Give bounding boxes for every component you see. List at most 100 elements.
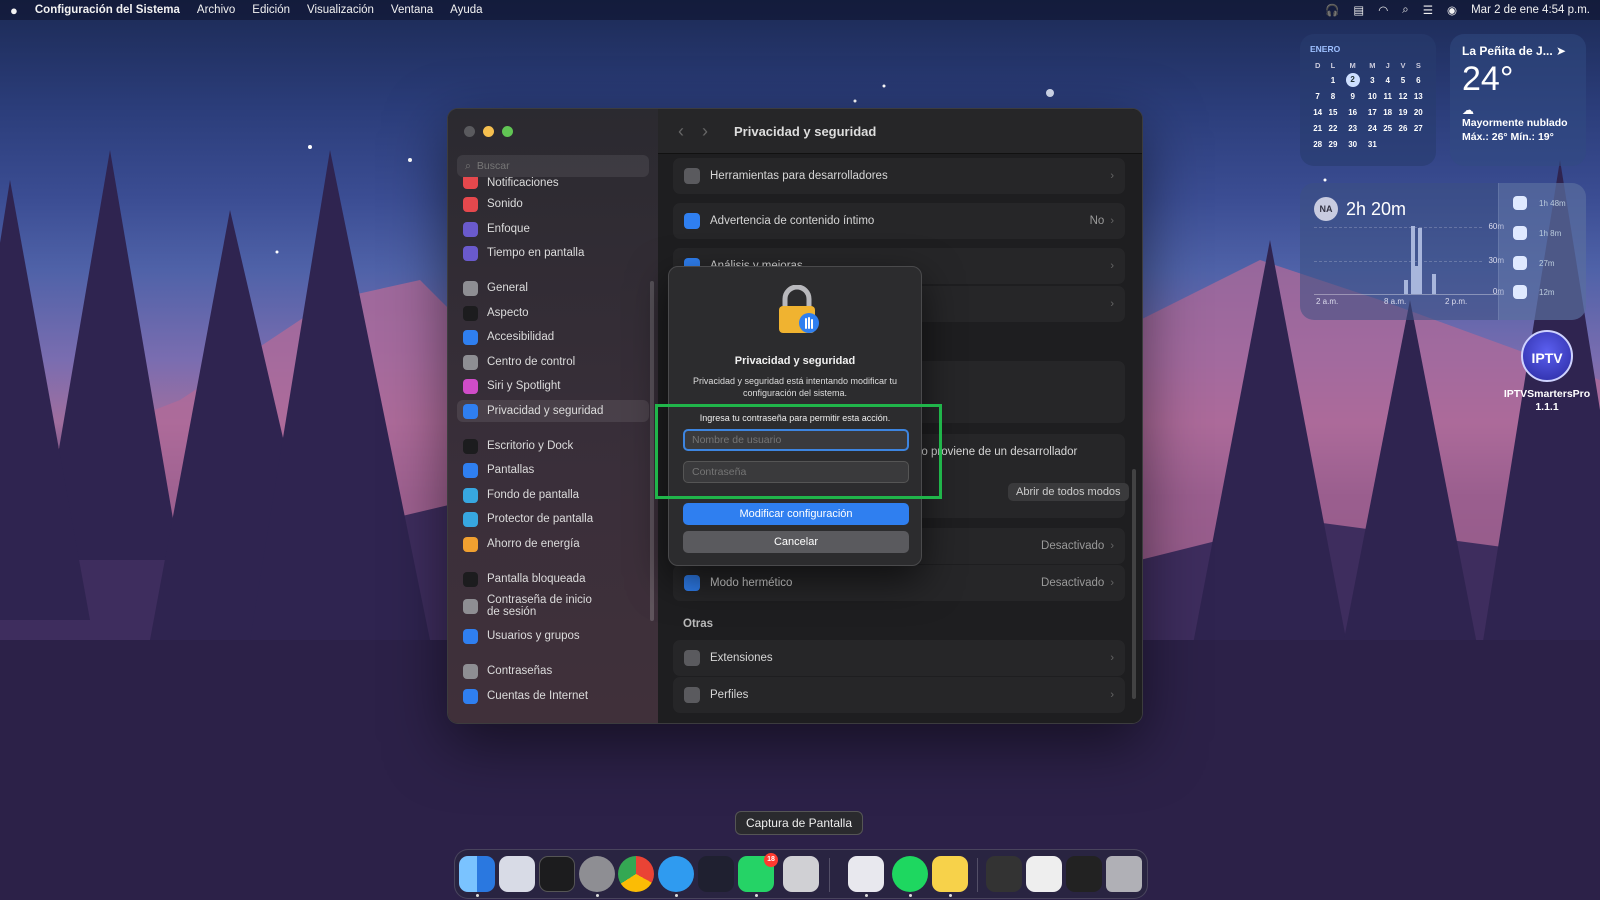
sidebar-item-icon (463, 305, 478, 321)
section-header-others: Otras (683, 618, 714, 630)
feedback-icon[interactable] (848, 856, 884, 892)
cloud-icon: ☁ (1462, 103, 1474, 117)
sidebar-item-icon (463, 628, 478, 644)
terminal-icon[interactable] (539, 856, 575, 892)
recent-window-icon[interactable] (1066, 856, 1102, 892)
sidebar-item[interactable]: Usuarios y grupos (457, 625, 649, 647)
menu-clock[interactable]: Mar 2 de ene 4:54 p.m. (1471, 4, 1590, 16)
system-settings-icon[interactable] (579, 856, 615, 892)
sidebar-item[interactable]: General (457, 277, 649, 299)
menu-archivo[interactable]: Archivo (197, 4, 235, 16)
screenshot-icon[interactable] (783, 856, 819, 892)
vscode-icon[interactable] (698, 856, 734, 892)
sidebar-item[interactable]: Aspecto (457, 302, 649, 324)
sidebar-item-label: General (487, 282, 528, 294)
weather-location: La Peñita de J... ➤ (1462, 44, 1567, 58)
safari-icon[interactable] (658, 856, 694, 892)
sidebar-item[interactable]: Contraseña de inicio de sesión (457, 594, 649, 618)
sidebar-item[interactable]: Ahorro de energía (457, 533, 649, 555)
sidebar-item[interactable]: Tiempo en pantalla (457, 242, 649, 264)
sidebar-item-label: Accesibilidad (487, 331, 555, 343)
sidebar-item[interactable]: Centro de control (457, 351, 649, 373)
row-intimate-warning[interactable]: Advertencia de contenido íntimo No › (673, 203, 1125, 239)
spotlight-search-icon[interactable]: ⌕ (1402, 4, 1408, 17)
sidebar-item[interactable]: Enfoque (457, 218, 649, 240)
notes-icon[interactable] (932, 856, 968, 892)
calendar-weekday: M (1369, 60, 1376, 70)
content-scrollbar[interactable] (1132, 469, 1136, 699)
app-usage-row: 1h 48m (1513, 196, 1566, 210)
sidebar-item[interactable]: Contraseñas (457, 660, 649, 682)
sidebar-item[interactable]: Privacidad y seguridad (457, 400, 649, 422)
menu-edicion[interactable]: Edición (252, 4, 290, 16)
sidebar-item-label: Contraseña de inicio de sesión (487, 594, 592, 618)
trash-icon[interactable] (1106, 856, 1142, 892)
sidebar-item-label: Cuentas de Internet (487, 690, 589, 702)
row-profiles[interactable]: Perfiles › (673, 677, 1125, 713)
headphones-icon[interactable]: 🎧 (1325, 3, 1339, 17)
sidebar-item[interactable]: Cuentas de Internet (457, 685, 649, 707)
row-lockdown-mode[interactable]: Modo hermético Desactivado › (673, 565, 1125, 601)
search-input[interactable]: ⌕ Buscar (457, 155, 649, 177)
chevron-right-icon: › (1110, 260, 1114, 272)
calendar-widget[interactable]: ENERO DLMMJVS 1 2 3 4 5 6 7 8 9 10 11 12 13 14 15 16 17 1… (1300, 34, 1436, 166)
hammer-icon (684, 168, 700, 184)
launchpad-icon[interactable] (499, 856, 535, 892)
siri-icon[interactable]: ◉ (1447, 3, 1457, 17)
x-label: 2 p.m. (1445, 297, 1468, 306)
sidebar-item[interactable]: Sonido (457, 193, 649, 215)
calendar-day: 14 (1313, 107, 1323, 117)
calendar-day: 29 (1328, 139, 1338, 149)
sidebar-item-icon (463, 221, 478, 237)
toolbar: ‹› Privacidad y seguridad (658, 109, 1142, 154)
weather-widget[interactable]: La Peñita de J... ➤ 24° ☁ Mayormente nub… (1450, 34, 1586, 166)
sidebar-item-icon (463, 403, 478, 419)
sidebar-item[interactable]: Fondo de pantalla (457, 484, 649, 506)
sidebar-item[interactable]: Siri y Spotlight (457, 375, 649, 397)
dialog-title: Privacidad y seguridad (734, 355, 856, 367)
sidebar-item[interactable]: Pantallas (457, 459, 649, 481)
chevron-right-icon: › (1110, 652, 1114, 664)
open-anyway-button[interactable]: Abrir de todos modos (1008, 483, 1129, 501)
zoom-button[interactable] (502, 126, 513, 137)
sidebar-scrollbar[interactable] (650, 281, 654, 621)
spotify-icon[interactable] (892, 856, 928, 892)
cancel-button[interactable]: Cancelar (683, 531, 909, 553)
chrome-icon[interactable] (618, 856, 654, 892)
close-button[interactable] (464, 126, 475, 137)
iptv-desktop-icon[interactable]: IPTV IPTVSmartersPro 1.1.1 (1497, 330, 1597, 414)
modify-settings-button[interactable]: Modificar configuración (683, 503, 909, 525)
whatsapp-icon[interactable]: 18 (738, 853, 778, 892)
calendar-day: 10 (1367, 91, 1377, 101)
app-usage-row: 1h 8m (1513, 226, 1561, 240)
sidebar-item-icon (463, 196, 478, 212)
recent-window-icon[interactable] (986, 856, 1022, 892)
recent-window-icon[interactable] (1026, 856, 1062, 892)
row-extensions[interactable]: Extensiones › (673, 640, 1125, 676)
minimize-button[interactable] (483, 126, 494, 137)
sidebar-item[interactable]: Protector de pantalla (457, 508, 649, 530)
sidebar-item-label: Centro de control (487, 356, 576, 368)
calendar-day: 22 (1328, 123, 1338, 133)
menu-ayuda[interactable]: Ayuda (450, 4, 482, 16)
finder-icon[interactable] (459, 856, 495, 892)
screen-time-widget[interactable]: NA 2h 20m 60m 30m 0m 2 a.m. 8 a.m. 2 p.m… (1300, 183, 1586, 320)
calendar-weekday: J (1385, 60, 1390, 70)
sidebar-item[interactable]: Escritorio y Dock (457, 435, 649, 457)
desktop: ● Configuración del Sistema Archivo Edic… (0, 0, 1600, 900)
calendar-grid: DLMMJVS 1 2 3 4 5 6 7 8 9 10 11 12 13 14 15 16 17 18 19 20 2… (1310, 58, 1426, 152)
row-dev-tools[interactable]: Herramientas para desarrolladores › (673, 158, 1125, 194)
menu-ventana[interactable]: Ventana (391, 4, 433, 16)
sidebar-item[interactable]: Pantalla bloqueada (457, 568, 649, 590)
keyboard-icon[interactable]: ▤ (1353, 3, 1364, 17)
sidebar-item-icon (463, 378, 478, 394)
calendar-day: 27 (1413, 123, 1423, 133)
control-center-icon[interactable]: ☰ (1423, 3, 1433, 17)
menu-app-name[interactable]: Configuración del Sistema (35, 4, 180, 16)
sidebar-item[interactable]: Notificaciones (457, 177, 649, 189)
wifi-icon[interactable]: ◠ (1378, 3, 1388, 17)
back-forward-icon[interactable]: ‹› (678, 121, 726, 142)
sidebar-item[interactable]: Accesibilidad (457, 326, 649, 348)
apple-icon[interactable]: ● (10, 3, 18, 18)
menu-visualizacion[interactable]: Visualización (307, 4, 374, 16)
